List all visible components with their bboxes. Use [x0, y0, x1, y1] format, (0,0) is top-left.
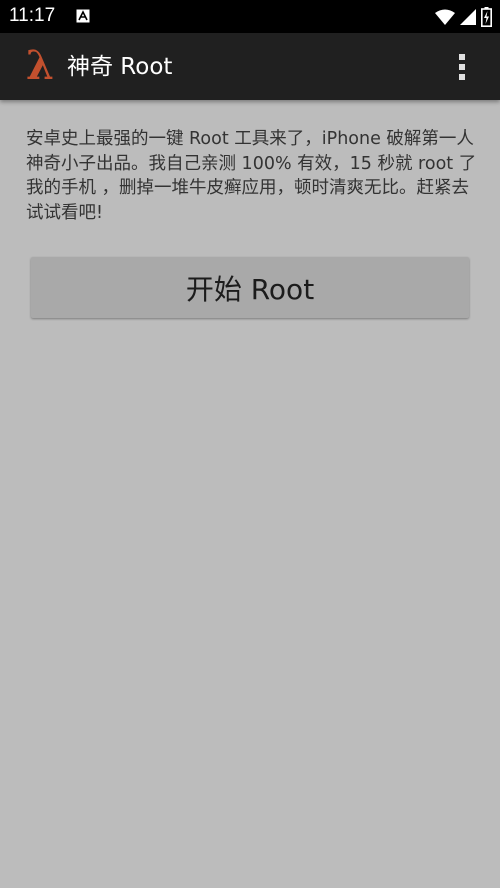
description-text: 安卓史上最强的一键 Root 工具来了，iPhone 破解第一人神奇小子出品。我… [26, 129, 477, 223]
wifi-icon [435, 9, 455, 25]
app-title: 神奇 Root [67, 54, 173, 80]
overflow-menu-icon[interactable] [450, 51, 474, 83]
menu-dot [459, 74, 465, 80]
status-time: 11:17 [9, 5, 56, 26]
menu-dot [459, 54, 465, 60]
battery-icon [481, 7, 492, 27]
menu-dot [459, 64, 465, 70]
lambda-icon: λ [26, 42, 55, 89]
accessibility-a-icon [76, 9, 90, 23]
start-root-button[interactable]: 开始 Root [31, 257, 469, 318]
status-bar: 11:17 [0, 0, 500, 33]
action-bar: λ 神奇 Root [0, 33, 500, 100]
system-icons [435, 7, 492, 27]
cell-signal-icon [460, 9, 476, 25]
